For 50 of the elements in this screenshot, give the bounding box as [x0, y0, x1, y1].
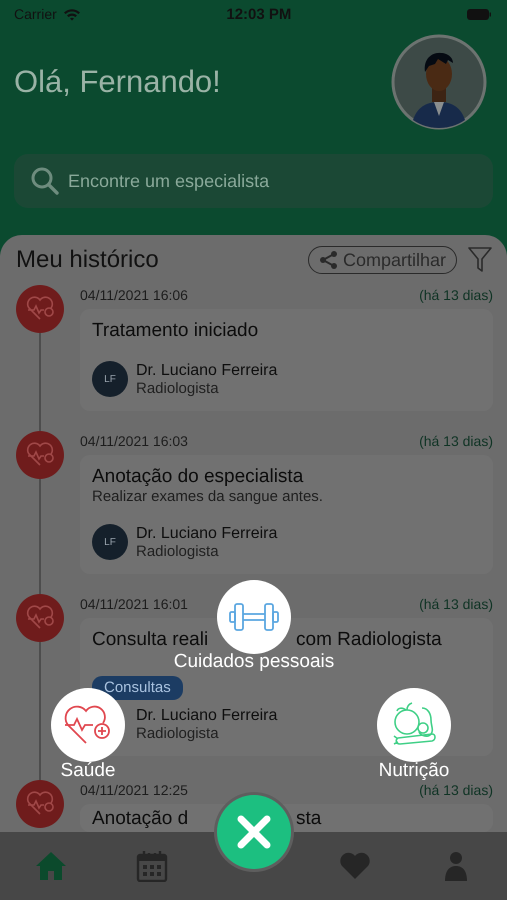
entry-age: (há 13 dias) — [419, 595, 493, 614]
battery-icon — [467, 8, 491, 20]
entry-title: Anotação d — [92, 808, 188, 829]
entry-note: Realizar exames da sangue antes. — [92, 488, 323, 505]
entry-date: 04/11/2021 16:03 — [80, 432, 188, 451]
profile-icon — [445, 851, 468, 881]
heart-icon — [338, 852, 371, 880]
entry-date: 04/11/2021 16:06 — [80, 286, 188, 305]
entry-date: 04/11/2021 16:01 — [80, 595, 188, 614]
close-icon — [236, 814, 272, 850]
heart-pulse-icon — [16, 594, 64, 642]
wifi-icon — [62, 8, 81, 20]
doctor-name: Dr. Luciano Ferreira — [136, 524, 278, 542]
entry-date: 04/11/2021 12:25 — [80, 781, 188, 800]
avatar-icon[interactable] — [391, 34, 487, 130]
doctor-specialty: Radiologista — [136, 380, 220, 396]
entry-title: com Radiologista — [296, 629, 442, 651]
doctor-avatar: LF — [92, 524, 128, 560]
carrier-name: Carrier — [14, 6, 57, 22]
option-label-menu: Saúde — [60, 762, 116, 780]
heart-pulse-icon — [16, 780, 64, 828]
dumbbell-icon — [229, 600, 279, 634]
entry-age: (há 13 dias) — [419, 781, 493, 800]
option-label-menu: Nutrição — [378, 762, 450, 780]
entry-title: Anotação do especialista — [92, 466, 304, 488]
section-title: Meu histórico — [16, 246, 160, 274]
category-tag: Consultas — [92, 676, 183, 700]
filter-icon[interactable] — [467, 246, 493, 274]
entry-title: sta — [296, 808, 322, 830]
doctor-name: Dr. Luciano Ferreira — [136, 706, 278, 724]
greeting: Olá, Fernando! — [14, 64, 221, 100]
entry-card[interactable]: Anotação do especialista Realizar exames da sangue antes. LF Dr. Luciano Ferreira Radiologista — [80, 455, 493, 574]
entry-card[interactable]: Tratamento iniciado LF Dr. Luciano Ferreira Radiologista — [80, 309, 493, 411]
home-icon — [34, 851, 67, 881]
doctor-avatar: LF — [92, 361, 128, 397]
entry-title: Consulta reali — [92, 629, 208, 650]
doctor-specialty: Radiologista — [136, 724, 220, 742]
heart-pulse-icon — [16, 285, 64, 333]
status-time: 12:03 PM — [225, 6, 292, 22]
entry-age: (há 13 dias) — [419, 432, 493, 451]
search-icon — [30, 166, 60, 196]
entry-age: (há 13 dias) — [419, 286, 493, 305]
doctor-specialty: Radiologista — [136, 542, 220, 560]
calendar-icon — [136, 850, 168, 882]
share-icon — [318, 250, 339, 270]
entry-title: Tratamento iniciado — [92, 320, 258, 342]
doctor-name: Dr. Luciano Ferreira — [136, 362, 278, 380]
option-label-menu: Cuidados pessoais — [174, 652, 334, 672]
heart-pulse-icon — [16, 431, 64, 479]
search-field[interactable]: Encontre um especialista — [14, 154, 493, 208]
